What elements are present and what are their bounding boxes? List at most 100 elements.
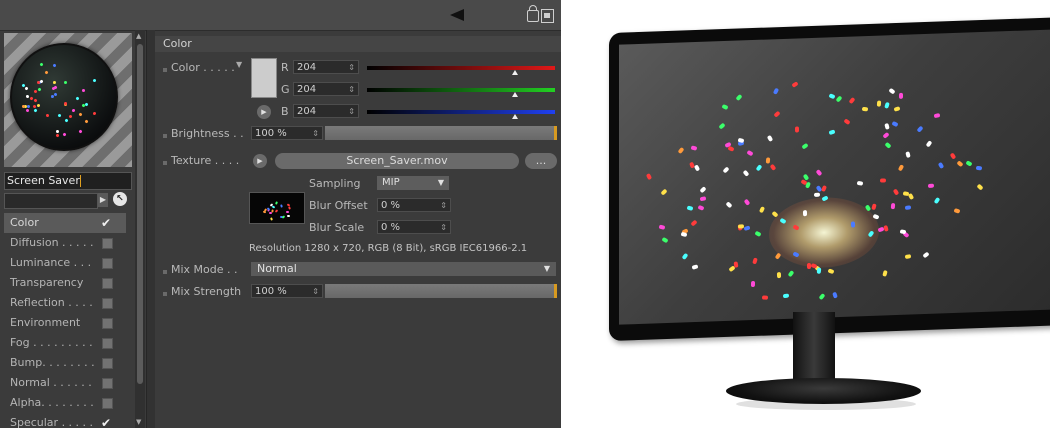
mix-strength-field[interactable]: 100 % ⇕: [251, 284, 323, 298]
channel-item-alpha[interactable]: Alpha. . . . . . . .: [4, 393, 126, 413]
mix-mode-dropdown[interactable]: Normal ▼: [251, 262, 556, 276]
channel-item-normal[interactable]: Normal . . . . . .: [4, 373, 126, 393]
channel-item-transparency[interactable]: Transparency: [4, 273, 126, 293]
channel-item-reflection[interactable]: Reflection . . . .: [4, 293, 126, 313]
particle: [769, 164, 777, 172]
particle: [877, 100, 882, 107]
particle: [975, 166, 983, 171]
blur-scale-field[interactable]: 0 % ⇕: [377, 220, 451, 234]
channel-item-bump[interactable]: Bump. . . . . . . .: [4, 353, 126, 373]
channel-item-specular[interactable]: Specular . . . . . ✔: [4, 413, 126, 428]
color-swatch[interactable]: [251, 58, 277, 98]
particle: [916, 125, 924, 133]
particle: [274, 201, 278, 205]
blur-offset-field[interactable]: 0 % ⇕: [377, 198, 451, 212]
channel-checkbox[interactable]: [102, 338, 113, 349]
sampling-label: Sampling: [309, 177, 361, 190]
keyframe-dot[interactable]: [163, 134, 167, 138]
channel-item-color[interactable]: Color ✔: [4, 213, 126, 233]
particle: [758, 206, 765, 214]
b-slider[interactable]: [367, 110, 555, 119]
monitor-bezel: [609, 16, 1050, 342]
channel-checkbox[interactable]: [102, 378, 113, 389]
keyframe-dot[interactable]: [163, 161, 167, 165]
particle: [286, 214, 290, 218]
channel-checkbox[interactable]: [102, 318, 113, 329]
particle: [755, 164, 763, 172]
particle: [50, 95, 54, 99]
back-arrow-icon[interactable]: [450, 9, 464, 21]
texture-menu-button[interactable]: ▶: [253, 154, 267, 168]
material-editor: Screen Saver ▶ ↖ Color ✔ Diffusion . . . …: [0, 0, 561, 428]
g-slider-knob[interactable]: [512, 92, 518, 97]
brightness-slider[interactable]: [325, 126, 557, 140]
channel-item-diffusion[interactable]: Diffusion . . . . .: [4, 233, 126, 253]
particle: [794, 125, 799, 133]
particle: [26, 105, 31, 109]
expand-arrow-icon[interactable]: ▶: [98, 193, 108, 207]
particle: [33, 108, 38, 114]
particle: [78, 112, 83, 117]
color-mode-button[interactable]: ▶: [257, 105, 271, 119]
channel-item-luminance[interactable]: Luminance . . .: [4, 253, 126, 273]
channel-checkbox[interactable]: [102, 398, 113, 409]
keyframe-dot[interactable]: [163, 270, 167, 274]
mix-strength-slider[interactable]: [325, 284, 557, 298]
material-preview[interactable]: [4, 33, 132, 167]
particle: [927, 183, 934, 188]
particle: [897, 164, 905, 172]
panel-divider[interactable]: [146, 30, 155, 428]
particle: [92, 112, 97, 116]
g-slider[interactable]: [367, 88, 555, 97]
particle: [55, 129, 59, 133]
channel-checkbox[interactable]: [102, 278, 113, 289]
particle: [746, 150, 754, 157]
layer-field[interactable]: [4, 193, 98, 209]
particle: [658, 224, 666, 230]
particle: [843, 118, 852, 126]
texture-browse-button[interactable]: ...: [525, 153, 557, 169]
particle: [773, 110, 781, 118]
b-value-field[interactable]: 204 ⇕: [293, 104, 359, 118]
channel-checkbox[interactable]: [102, 238, 113, 249]
material-name-field[interactable]: Screen Saver: [4, 172, 132, 190]
r-label: R: [281, 61, 289, 74]
scroll-down-icon[interactable]: ▼: [136, 418, 141, 426]
r-slider-knob[interactable]: [512, 70, 518, 75]
particle-glow: [769, 195, 879, 270]
pick-target-icon[interactable]: ↖: [113, 192, 127, 206]
expand-triangle-icon[interactable]: ▼: [236, 60, 242, 69]
particle: [64, 118, 70, 124]
texture-file-button[interactable]: Screen_Saver.mov: [275, 153, 519, 169]
particle: [848, 97, 856, 105]
b-slider-knob[interactable]: [512, 114, 518, 119]
check-icon[interactable]: ✔: [101, 213, 111, 233]
check-icon[interactable]: ✔: [101, 413, 111, 428]
window-icon[interactable]: [541, 9, 554, 23]
channel-checkbox[interactable]: [102, 358, 113, 369]
texture-thumbnail[interactable]: [249, 192, 305, 224]
keyframe-dot[interactable]: [163, 292, 167, 296]
r-value-field[interactable]: 204 ⇕: [293, 60, 359, 74]
channel-checkbox[interactable]: [102, 258, 113, 269]
scroll-up-icon[interactable]: ▲: [136, 32, 141, 40]
particle: [782, 293, 789, 298]
particle: [44, 70, 49, 75]
r-slider[interactable]: [367, 66, 555, 75]
sampling-dropdown[interactable]: MIP ▼: [377, 176, 449, 190]
channel-item-environment[interactable]: Environment: [4, 313, 126, 333]
mix-mode-label: Mix Mode . .: [171, 263, 238, 276]
particle: [74, 96, 80, 101]
scroll-thumb[interactable]: [137, 44, 143, 384]
g-value-field[interactable]: 204 ⇕: [293, 82, 359, 96]
particle: [813, 192, 820, 198]
particle: [891, 120, 899, 127]
channel-scrollbar[interactable]: ▲ ▼: [135, 30, 145, 428]
channel-checkbox[interactable]: [102, 298, 113, 309]
channel-item-fog[interactable]: Fog . . . . . . . . .: [4, 333, 126, 353]
particle: [743, 224, 751, 231]
brightness-value-field[interactable]: 100 % ⇕: [251, 126, 323, 140]
lock-icon[interactable]: [527, 5, 539, 22]
keyframe-dot[interactable]: [163, 68, 167, 72]
particle: [81, 88, 85, 92]
